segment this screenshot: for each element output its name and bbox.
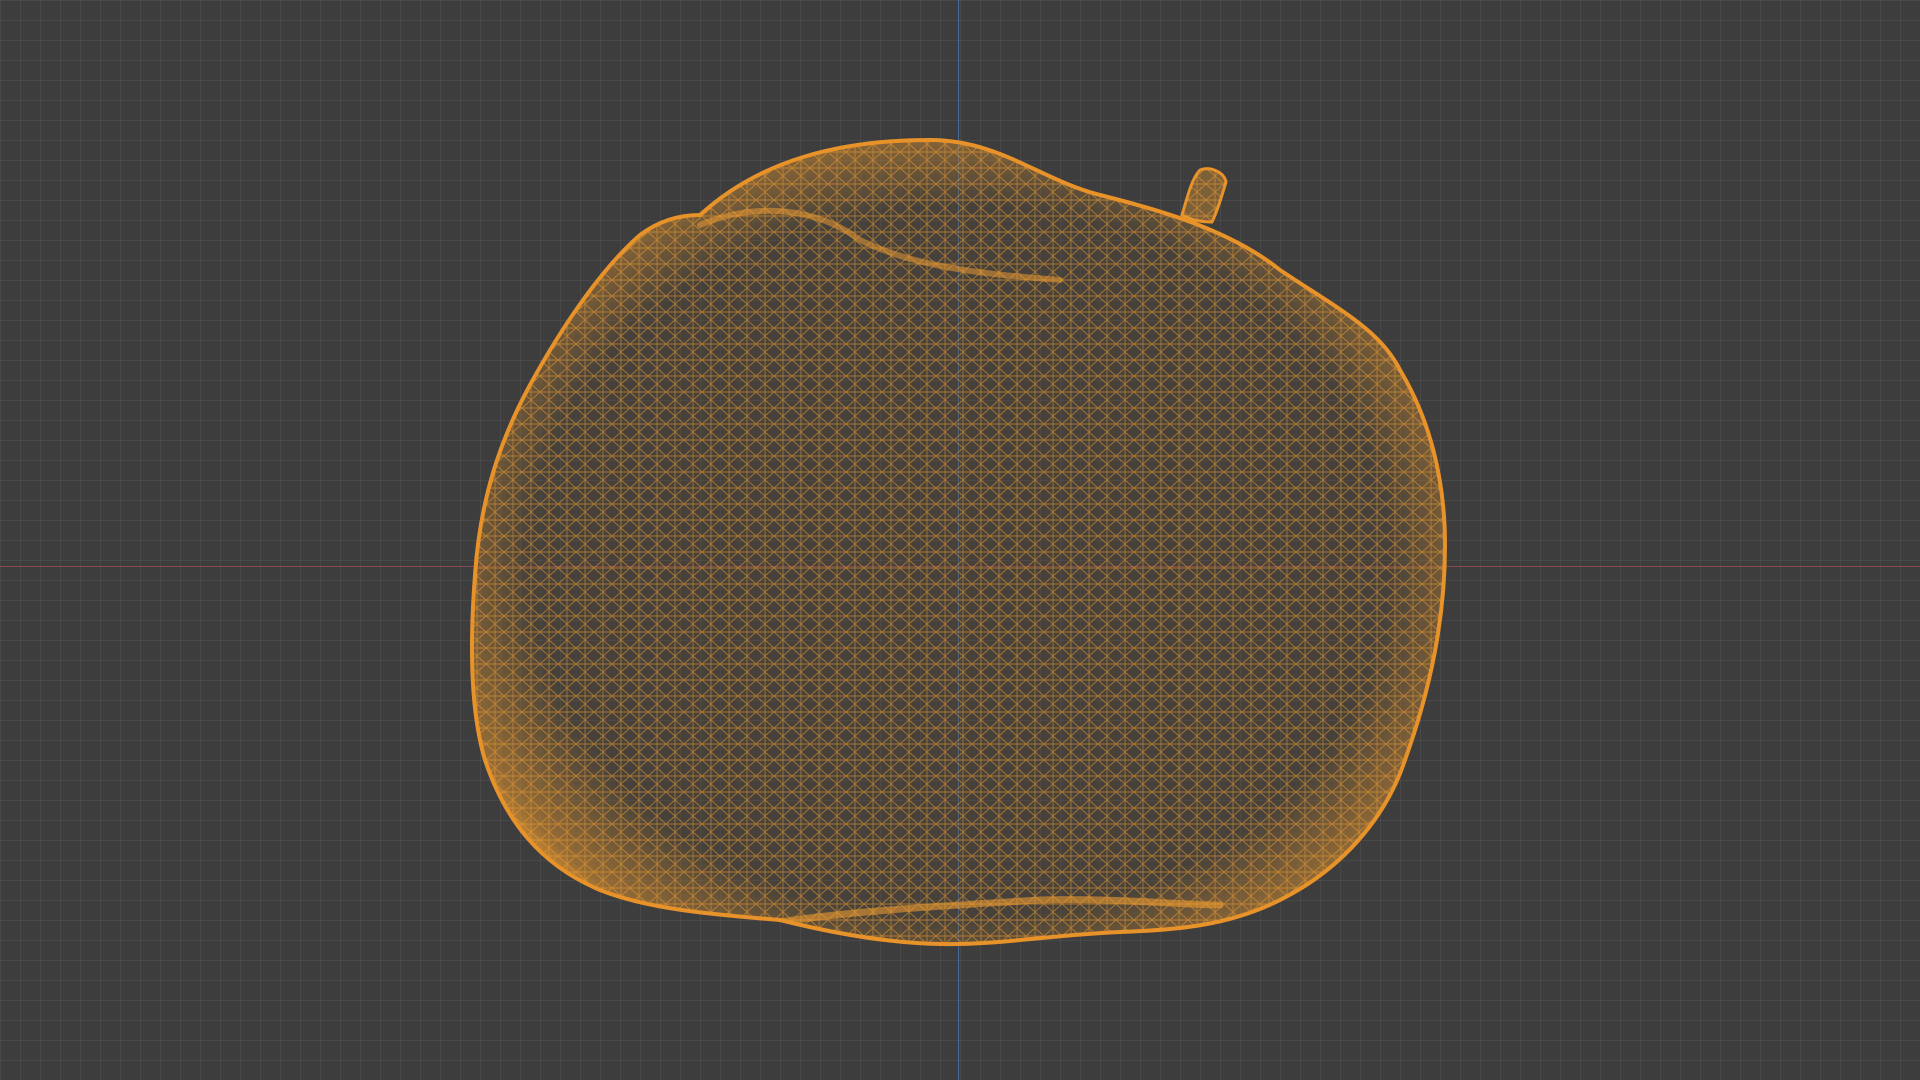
wireframe-mesh-object[interactable] [0, 0, 1920, 1080]
fruit-body-mesh [470, 137, 1448, 947]
3d-viewport[interactable] [0, 0, 1920, 1080]
stem-mesh [1180, 167, 1228, 224]
